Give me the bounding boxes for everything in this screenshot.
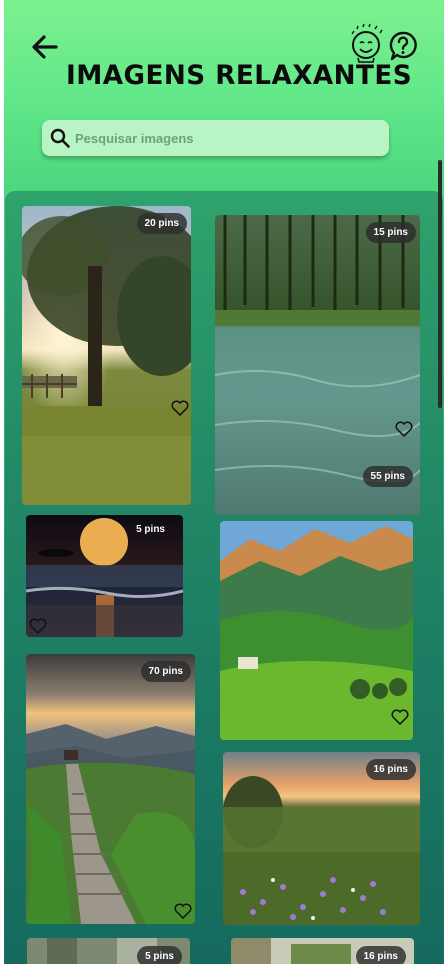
- search-icon: [50, 128, 70, 148]
- image-card[interactable]: 5 pins: [27, 938, 190, 964]
- scrollbar[interactable]: [438, 160, 442, 408]
- heart-icon[interactable]: [391, 709, 409, 725]
- image-card[interactable]: 5 pins: [26, 515, 183, 637]
- image-card[interactable]: 16 pins: [223, 752, 420, 925]
- tree-sunset-image: [22, 206, 191, 505]
- screen-edge-right: [444, 0, 448, 964]
- search-bar[interactable]: [42, 120, 389, 156]
- heart-icon[interactable]: [395, 421, 413, 437]
- pin-count-badge: 15 pins: [365, 222, 416, 243]
- image-card[interactable]: 70 pins: [26, 654, 195, 924]
- search-input[interactable]: [75, 130, 375, 146]
- mountain-valley-image: [220, 521, 413, 740]
- pin-count-badge-bottom: 55 pins: [362, 466, 413, 487]
- screen-edge-left: [0, 0, 4, 964]
- mountain-path-image: [26, 654, 195, 924]
- pin-count-badge: 20 pins: [136, 213, 187, 234]
- app-screen: IMAGENS RELAXANTES Pesquisar imagens 20 …: [0, 0, 448, 964]
- image-card[interactable]: 15 pins 55 pins: [215, 215, 420, 515]
- back-arrow-icon[interactable]: [28, 30, 62, 64]
- pin-count-badge: 5 pins: [137, 946, 182, 964]
- heart-icon[interactable]: [171, 400, 189, 416]
- pin-count-badge: 16 pins: [365, 759, 416, 780]
- smiley-face-icon[interactable]: [346, 22, 386, 64]
- pin-count-badge: 5 pins: [136, 524, 165, 535]
- image-card[interactable]: [220, 521, 413, 740]
- page-title: IMAGENS RELAXANTES: [66, 60, 413, 91]
- image-card[interactable]: 16 pins: [231, 938, 414, 964]
- pin-count-badge: 70 pins: [140, 661, 191, 682]
- pin-count-badge: 16 pins: [355, 946, 406, 964]
- heart-icon[interactable]: [174, 903, 192, 919]
- image-card[interactable]: 20 pins: [22, 206, 191, 505]
- heart-icon[interactable]: [29, 618, 47, 634]
- help-question-icon[interactable]: [388, 30, 418, 62]
